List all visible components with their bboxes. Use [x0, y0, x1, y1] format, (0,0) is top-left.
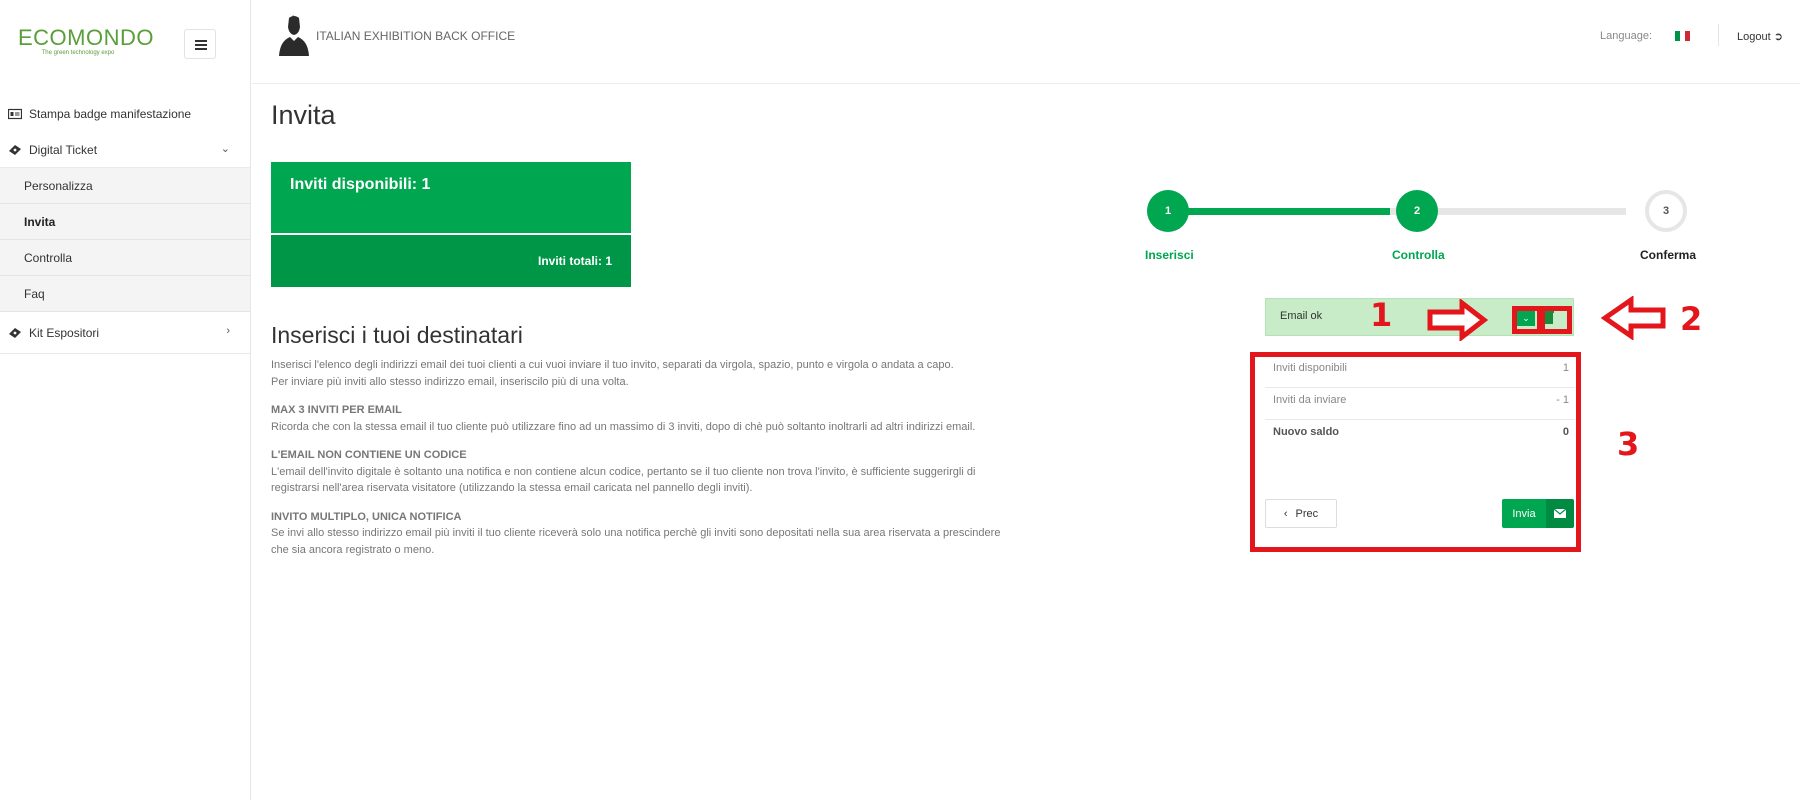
sidebar-item-stampa-badge[interactable]: Stampa badge manifestazione: [0, 96, 250, 132]
note-title: MAX 3 INVITI PER EMAIL: [271, 404, 402, 416]
annotation-arrow-right-icon: [1427, 299, 1488, 341]
sidebar: ECOMONDO The green technology expo Stamp…: [0, 0, 251, 800]
logo-wordmark: ECOMONDO: [18, 25, 154, 50]
sidebar-subitem-personalizza[interactable]: Personalizza: [0, 168, 250, 204]
note-text: Se invi allo stesso indirizzo email più …: [271, 527, 1001, 556]
step-3-label: Conferma: [1640, 248, 1697, 262]
note-text: L'email dell'invito digitale è soltanto …: [271, 465, 976, 495]
logout-icon: ➲: [1773, 31, 1783, 43]
annotation-box-summary: [1250, 352, 1581, 552]
menu-toggle-button[interactable]: [184, 29, 216, 59]
page-title: Invita: [271, 100, 336, 130]
note-text: Ricorda che con la stessa email il tuo c…: [271, 420, 976, 433]
step-1-label: Inserisci: [1145, 248, 1194, 262]
sidebar-item-digital-ticket[interactable]: Digital Ticket ⌄: [0, 132, 250, 168]
note-title: INVITO MULTIPLO, UNICA NOTIFICA: [271, 510, 462, 523]
header-divider: [1718, 24, 1719, 46]
chevron-down-icon: ⌄: [220, 143, 230, 155]
step-2-label: Controlla: [1392, 248, 1445, 262]
logout-link[interactable]: Logout ➲: [1737, 30, 1783, 43]
instructions: Inserisci l'elenco degli indirizzi email…: [271, 357, 1011, 558]
annotation-box-chevron: [1512, 306, 1542, 334]
user-avatar-icon[interactable]: [276, 14, 312, 56]
sidebar-item-label: Stampa badge manifestazione: [29, 107, 192, 121]
chevron-right-icon: ›: [226, 325, 230, 337]
intro-text: Per inviare più inviti allo stesso indir…: [271, 375, 629, 388]
sidebar-subitem-controlla[interactable]: Controlla: [0, 240, 250, 276]
sidebar-subitem-faq[interactable]: Faq: [0, 276, 250, 312]
section-title: Inserisci i tuoi destinatari: [271, 322, 523, 348]
app-root: ECOMONDO The green technology expo Stamp…: [0, 0, 1800, 800]
badge-icon: [8, 108, 22, 120]
step-1[interactable]: 1: [1147, 190, 1189, 232]
language-label: Language:: [1600, 30, 1652, 42]
intro-text: Inserisci l'elenco degli indirizzi email…: [271, 359, 954, 371]
annotation-number-1: 1: [1370, 296, 1393, 334]
stepper-track-done: [1176, 208, 1390, 215]
sidebar-item-kit-espositori[interactable]: Kit Espositori ›: [0, 312, 250, 354]
sidebar-item-label: Kit Espositori: [29, 325, 100, 340]
step-2[interactable]: 2: [1396, 190, 1438, 232]
annotation-arrow-left-icon: [1601, 296, 1666, 340]
logo-tagline: The green technology expo: [41, 50, 115, 56]
italian-flag-icon[interactable]: [1675, 31, 1690, 41]
top-header: ITALIAN EXHIBITION BACK OFFICE Language:…: [252, 0, 1800, 84]
sidebar-nav: Stampa badge manifestazione Digital Tick…: [0, 96, 250, 354]
invites-available: Inviti disponibili: 1: [271, 162, 631, 233]
ticket-icon: [9, 328, 21, 338]
sidebar-subitem-invita[interactable]: Invita: [0, 204, 250, 240]
step-3[interactable]: 3: [1645, 190, 1687, 232]
annotation-number-3: 3: [1617, 425, 1640, 463]
ticket-icon: [9, 145, 21, 155]
app-title: ITALIAN EXHIBITION BACK OFFICE: [316, 29, 516, 43]
logo[interactable]: ECOMONDO The green technology expo: [18, 25, 154, 57]
annotation-number-2: 2: [1680, 300, 1703, 338]
sidebar-item-label: Digital Ticket: [29, 142, 98, 157]
hamburger-icon: [195, 40, 207, 42]
invites-total: Inviti totali: 1: [271, 235, 631, 287]
invites-summary-card: Inviti disponibili: 1 Inviti totali: 1: [271, 162, 631, 287]
email-status-label: Email ok: [1280, 310, 1323, 322]
progress-stepper: 1 2 3 Inserisci Controlla Conferma: [1140, 186, 1696, 266]
note-title: L'EMAIL NON CONTIENE UN CODICE: [271, 449, 467, 461]
annotation-box-trash: [1540, 306, 1572, 334]
